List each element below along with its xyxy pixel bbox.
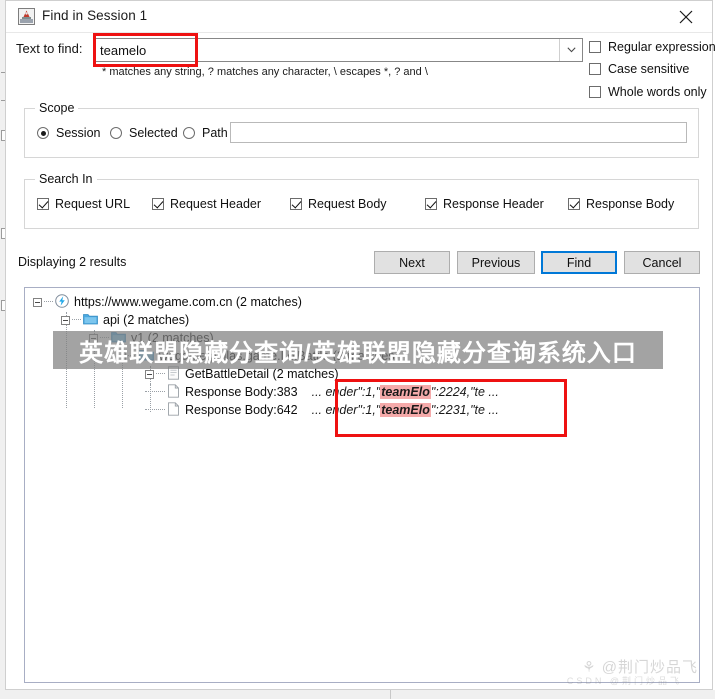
checkbox-label: Response Header — [443, 197, 544, 211]
search-in-group-title: Search In — [35, 172, 97, 186]
scope-group: Scope Session Selected Path — [24, 101, 699, 158]
cancel-button[interactable]: Cancel — [624, 251, 700, 274]
tree-connector — [145, 391, 165, 393]
folder-icon — [83, 312, 98, 328]
tree-row-api[interactable]: api (2 matches) — [61, 311, 189, 329]
previous-button[interactable]: Previous — [457, 251, 535, 274]
document-icon — [167, 401, 180, 419]
checkbox-box — [425, 198, 437, 210]
tree-row-method[interactable]: GetBattleDetail (2 matches) — [145, 365, 339, 383]
tree-row-label: https://www.wegame.com.cn (2 matches) — [74, 295, 302, 309]
lightning-bolt-icon — [55, 293, 69, 311]
radio-circle — [183, 127, 195, 139]
tree-row-label: v1 (2 matches) — [131, 331, 214, 345]
checkbox-box — [290, 198, 302, 210]
tree-row-match[interactable]: Response Body:383 ... ender":1,"teamElo"… — [145, 383, 499, 401]
expander-icon[interactable] — [117, 351, 126, 361]
checkbox-response-body[interactable]: Response Body — [568, 197, 674, 211]
find-combobox[interactable] — [95, 38, 583, 62]
checkbox-label: Response Body — [586, 197, 675, 211]
checkbox-label: Case sensitive — [608, 62, 690, 76]
next-button[interactable]: Next — [374, 251, 450, 274]
match-suffix: ":2231,"te ... — [430, 403, 499, 417]
window-title: Find in Session 1 — [42, 8, 148, 23]
radio-scope-path[interactable]: Path — [183, 126, 228, 140]
page-icon — [167, 365, 180, 383]
fiddler-app-icon — [18, 8, 35, 25]
expander-icon[interactable] — [89, 333, 98, 343]
tree-row-label: Response Body:383 — [185, 385, 298, 399]
radio-label: Path — [202, 126, 228, 140]
expander-icon[interactable] — [145, 369, 154, 379]
tree-row-version[interactable]: v1 (2 matches) — [89, 329, 214, 347]
checkbox-box — [152, 198, 164, 210]
checkbox-label: Request Header — [170, 197, 262, 211]
checkbox-request-header[interactable]: Request Header — [152, 197, 261, 211]
checkbox-request-body[interactable]: Request Body — [290, 197, 387, 211]
checkbox-label: Regular expression — [608, 40, 715, 54]
checkbox-response-header[interactable]: Response Header — [425, 197, 544, 211]
results-status-text: Displaying 2 results — [18, 255, 127, 269]
match-prefix: ... ender":1," — [311, 403, 381, 417]
tree-row-label: api (2 matches) — [103, 313, 190, 327]
tree-connector — [145, 409, 165, 411]
folder-icon — [139, 348, 154, 364]
search-input[interactable] — [96, 39, 559, 61]
checkbox-box — [37, 198, 49, 210]
checkbox-label: Request Body — [308, 197, 387, 211]
scope-path-input[interactable] — [230, 122, 687, 143]
document-icon — [167, 383, 180, 401]
tree-connector — [128, 355, 137, 357]
desktop-background-strip — [0, 690, 715, 699]
tree-row-label: GetBattleDetail (2 matches) — [185, 367, 339, 381]
search-in-group: Search In Request URL Request Header Req… — [24, 172, 699, 229]
expander-icon[interactable] — [33, 297, 42, 307]
scope-group-title: Scope — [35, 101, 79, 115]
radio-circle — [37, 127, 49, 139]
results-tree-panel[interactable]: https://www.wegame.com.cn (2 matches) ap… — [24, 287, 700, 683]
radio-label: Selected — [129, 126, 178, 140]
tree-row-label: wegame.pallas.game.LolBattle (2 matches) — [159, 349, 399, 363]
tree-row-label: Response Body:642 — [185, 403, 298, 417]
find-button[interactable]: Find — [541, 251, 617, 274]
tree-connector — [72, 319, 81, 321]
text-to-find-label: Text to find: — [16, 41, 83, 56]
checkbox-box — [589, 41, 601, 53]
checkbox-box — [589, 63, 601, 75]
checkbox-label: Whole words only — [608, 85, 707, 99]
match-highlight: teamElo — [380, 403, 431, 417]
tree-connector — [156, 373, 165, 375]
tree-row-match[interactable]: Response Body:642 ... ender":1,"teamElo"… — [145, 401, 499, 419]
radio-circle — [110, 127, 122, 139]
radio-scope-selected[interactable]: Selected — [110, 126, 178, 140]
close-icon[interactable] — [666, 5, 706, 29]
tree-row-service[interactable]: wegame.pallas.game.LolBattle (2 matches) — [117, 347, 399, 365]
checkbox-box — [568, 198, 580, 210]
checkbox-case-sensitive[interactable]: Case sensitive — [589, 62, 689, 76]
tree-row-host[interactable]: https://www.wegame.com.cn (2 matches) — [33, 293, 302, 311]
radio-label: Session — [56, 126, 101, 140]
radio-scope-session[interactable]: Session — [37, 126, 100, 140]
chevron-down-icon[interactable] — [559, 39, 582, 61]
expander-icon[interactable] — [61, 315, 70, 325]
checkbox-whole-words-only[interactable]: Whole words only — [589, 85, 707, 99]
checkbox-label: Request URL — [55, 197, 131, 211]
checkbox-box — [589, 86, 601, 98]
match-suffix: ":2224,"te ... — [430, 385, 499, 399]
find-in-session-dialog: Find in Session 1 Text to find: * matche… — [5, 0, 715, 690]
match-prefix: ... ender":1," — [311, 385, 381, 399]
match-highlight: teamElo — [380, 385, 431, 399]
title-bar: Find in Session 1 — [6, 1, 712, 33]
folder-icon — [111, 330, 126, 346]
tree-connector — [44, 301, 53, 303]
wildcard-hint-text: * matches any string, ? matches any char… — [102, 66, 428, 78]
checkbox-regular-expression[interactable]: Regular expression — [589, 40, 715, 54]
tree-connector — [100, 337, 109, 339]
checkbox-request-url[interactable]: Request URL — [37, 197, 130, 211]
